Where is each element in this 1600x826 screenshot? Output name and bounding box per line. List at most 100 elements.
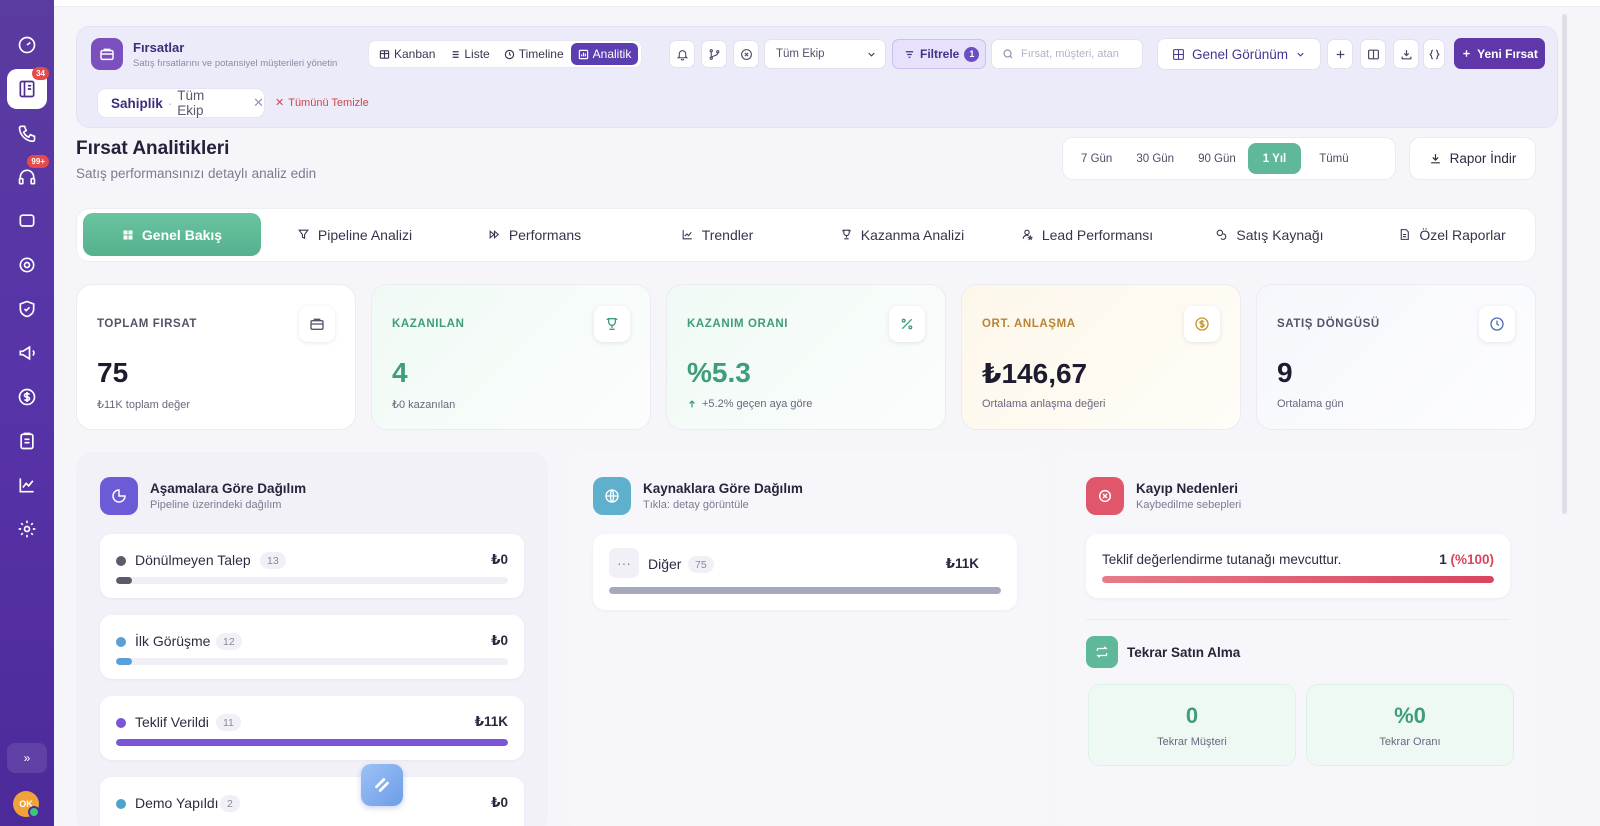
list-icon [449,49,460,60]
grid-icon [1172,48,1185,61]
view-mode-label: Genel Görünüm [1192,46,1289,62]
sources-subtitle: Tıkla: detay görüntüle [643,499,749,511]
source-bar [609,587,1001,594]
tab-lead-performance[interactable]: Lead Performansı [1007,213,1167,256]
filter-count-badge: 1 [964,46,980,62]
tab-trends[interactable]: Trendler [667,213,767,256]
sidebar-item-settings[interactable] [7,509,47,549]
chevron-down-icon [1295,49,1306,60]
period-1-year[interactable]: 1 Yıl [1247,143,1302,174]
sidebar-item-announcements[interactable] [7,333,47,373]
sidebar-item-campaign-target[interactable] [7,245,47,285]
stage-bar [116,577,508,584]
tab-win-analysis[interactable]: Kazanma Analizi [827,213,977,256]
stat-value: 9 [1277,357,1293,388]
stat-card-sales-cycle: SATIŞ DÖNGÜSÜ 9 Ortalama gün [1256,284,1536,430]
sidebar-item-clipboard[interactable] [7,421,47,461]
stat-value: ₺146,67 [982,358,1088,389]
stat-card-win-rate: KAZANIM ORANI %5.3 +5.2% geçen aya göre [666,284,946,430]
braces-icon [1428,48,1441,61]
view-kanban-button[interactable]: Kanban [372,43,442,65]
stat-label: SATIŞ DÖNGÜSÜ [1277,318,1380,330]
user-avatar[interactable]: OK [13,791,40,818]
stages-title: Aşamalara Göre Dağılım [150,481,307,496]
loss-row[interactable]: Teklif değerlendirme tutanağı mevcuttur.… [1086,534,1510,598]
search-input[interactable] [1021,48,1136,60]
sidebar-item-finance[interactable] [7,377,47,417]
view-timeline-button[interactable]: Timeline [497,43,571,65]
page-title: Fırsat Analitikleri [76,138,230,159]
team-select[interactable]: Tüm Ekip [764,39,886,69]
tab-performance-label: Performans [508,226,582,243]
sidebar-item-security[interactable] [7,289,47,329]
code-button[interactable] [1423,39,1445,69]
chip-remove-icon[interactable]: ✕ [253,95,264,111]
tab-overview[interactable]: Genel Bakış [83,213,261,256]
tab-performance[interactable]: Performans [472,213,597,256]
stat-label: ORT. ANLAŞMA [982,318,1076,330]
period-30-days[interactable]: 30 Gün [1124,143,1186,174]
repeat-title: Tekrar Satın Alma [1127,645,1241,660]
view-list-button[interactable]: Liste [442,43,496,65]
sources-title: Kaynaklara Göre Dağılım [643,481,803,496]
top-strip [54,0,1600,7]
stage-dot [116,718,126,728]
stat-value: 4 [392,357,408,388]
sidebar-expand-button[interactable]: » [7,743,47,773]
filter-button[interactable]: Filtrele 1 [892,39,986,69]
stage-dot [116,556,126,566]
search-box [991,39,1143,69]
sidebar-item-dashboard[interactable] [7,25,47,65]
download-tray-icon [1400,48,1413,61]
clear-all-button[interactable]: ✕ Tümünü Temizle [275,96,369,110]
source-row[interactable]: ··· Diğer 75 ₺11K [593,534,1017,610]
tab-custom-reports[interactable]: Özel Raporlar [1382,213,1522,256]
view-mode-select[interactable]: Genel Görünüm [1157,38,1321,70]
sidebar-item-opportunities[interactable]: 34 [7,67,49,109]
clipboard-icon [17,431,37,451]
repeat-rate-value: %0 [1394,703,1426,728]
stage-row[interactable]: Demo Yapıldı 2 ₺0 [100,777,524,826]
floating-assistant-icon[interactable] [361,764,403,806]
sidebar-item-reports[interactable] [7,465,47,505]
view-timeline-label: Timeline [518,47,564,61]
sources-panel: Kaynaklara Göre Dağılım Tıkla: detay gör… [569,452,1041,826]
period-7-days[interactable]: 7 Gün [1069,143,1124,174]
globe-icon [593,477,631,515]
download-button[interactable] [1393,39,1419,69]
period-90-days[interactable]: 90 Gün [1186,143,1248,174]
add-button[interactable] [1327,39,1353,69]
new-opportunity-button[interactable]: Yeni Fırsat [1454,38,1545,69]
opportunities-toolbar: Fırsatlar Satış fırsatlarını ve potansiy… [76,26,1558,128]
view-analytics-button[interactable]: Analitik [570,43,639,65]
stage-row[interactable]: İlk Görüşme 12 ₺0 [100,615,524,679]
chevron-down-icon [866,49,877,60]
user-star-icon [1021,228,1034,241]
period-all[interactable]: Tümü [1301,143,1366,174]
scrollbar[interactable] [1562,14,1567,514]
stat-foot-text: +5.2% geçen aya göre [702,398,813,410]
sidebar-item-support[interactable]: 99+ [7,155,49,197]
source-name: Diğer [648,556,682,572]
branch-button[interactable] [701,40,727,68]
columns-button[interactable] [1360,39,1386,69]
stage-row[interactable]: Dönülmeyen Talep 13 ₺0 [100,534,524,598]
more-dots-icon: ··· [609,548,639,578]
notifications-button[interactable] [669,40,695,68]
line-chart-icon [17,475,37,495]
stage-count: 2 [220,795,240,812]
sidebar-item-calls[interactable] [7,113,47,153]
stage-row[interactable]: Teklif Verildi 11 ₺11K [100,696,524,760]
chip-value: Tüm Ekip [177,88,205,118]
kanban-board-icon [17,79,37,99]
source-count: 75 [688,556,714,573]
tab-pipeline-label: Pipeline Analizi [317,226,413,243]
stage-count: 12 [216,633,242,650]
tab-sales-source[interactable]: Satış Kaynağı [1202,213,1337,256]
download-report-button[interactable]: Rapor İndir [1409,137,1536,180]
opportunities-briefcase-icon [91,38,123,70]
close-filter-button[interactable] [733,40,759,68]
chip-key: Sahiplik [111,95,163,111]
sidebar-item-messages[interactable] [7,201,47,241]
tab-pipeline[interactable]: Pipeline Analizi [282,213,427,256]
